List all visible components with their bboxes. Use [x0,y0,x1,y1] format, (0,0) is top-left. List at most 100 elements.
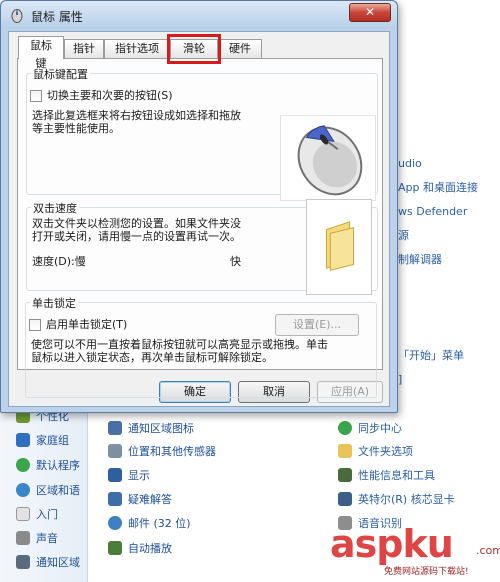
cp-item-label: 英特尔(R) 核芯显卡 [358,493,455,506]
cp-item-label: 入门 [36,508,58,521]
cp-item-label: 区域和语 [36,484,80,497]
cp-item-intel-graphics[interactable]: 英特尔(R) 核芯显卡 [338,489,455,509]
cp-item-label: 显示 [128,469,150,482]
cp-item-autoplay[interactable]: 自动播放 [108,538,172,558]
description-line: 使您可以不用一直按着鼠标按钮就可以高亮显示或拖拽。单击 [31,338,328,351]
performance-icon [338,468,352,482]
click-lock-group-label: 单击锁定 [30,295,78,311]
dialog-titlebar[interactable]: 鼠标 属性 ✕ [1,1,397,29]
mouse-properties-dialog: 鼠标 属性 ✕ 鼠标键 指针 指针选项 滑轮 硬件 鼠标键配置 切换主要和次要的… [0,0,398,413]
tab-label: 滑轮 [183,42,205,55]
cp-item-location-sensors[interactable]: 位置和其他传感器 [108,441,216,461]
cp-item-default-programs[interactable]: 默认程序 [16,455,80,475]
switch-buttons-checkbox[interactable]: 切换主要和次要的按钮(S) [30,89,173,102]
cp-item-notification-icons[interactable]: 通知区域图标 [108,418,194,438]
tab-hardware[interactable]: 硬件 [218,39,262,58]
tab-label: 硬件 [229,42,251,55]
cp-item-label: 通知区域 [36,556,80,569]
cp-item-performance[interactable]: 性能信息和工具 [338,465,435,485]
description-line: 鼠标以进入锁定状态，再次单击鼠标可解除锁定。 [31,351,273,364]
cp-fragment-remoteapp[interactable]: App 和桌面连接 [398,177,478,197]
double-click-group-label: 双击速度 [31,200,79,216]
cp-fragment-power[interactable]: 源 [398,225,409,245]
cp-item-sync-center[interactable]: 同步中心 [338,418,402,438]
switch-buttons-description: 选择此复选框来将右按钮设成如选择和拖放 等主要性能使用。 [32,109,272,135]
tab-wheel[interactable]: 滑轮 [170,39,218,58]
cp-item-folder-options[interactable]: 文件夹选项 [338,441,413,461]
cp-fragment-audio[interactable]: udio [398,153,422,173]
autoplay-icon [108,541,122,555]
troubleshoot-icon [108,492,122,506]
mouse-image [297,125,363,196]
tab-label: 指针 [73,42,95,55]
checkbox-box[interactable] [29,319,41,331]
description-line: 双击文件夹以检测您的设置。如果文件夹没 [32,217,241,230]
switch-buttons-label: 切换主要和次要的按钮(S) [47,89,173,102]
speed-slow-label: 速度(D):慢 [32,255,86,268]
click-lock-description: 使您可以不用一直按着鼠标按钮就可以高亮显示或拖拽。单击 鼠标以进入锁定状态，再次… [31,338,376,364]
description-line: 打开或关闭，请用慢一点的设置再试一次。 [32,230,241,243]
display-icon [108,468,122,482]
cp-item-label: 自动播放 [128,542,172,555]
cp-item-label: 位置和其他传感器 [128,445,216,458]
cp-item-label: 同步中心 [358,422,402,435]
globe-icon [16,483,30,497]
cp-item-speech-recognition[interactable]: 语音识别 [338,513,402,533]
checkbox-box[interactable] [30,90,42,102]
test-folder-area[interactable] [306,199,372,295]
tab-pointer-options[interactable]: 指针选项 [104,39,170,58]
cp-fragment-label: ] [398,372,403,386]
monitor-icon [108,421,122,435]
click-lock-settings-button[interactable]: 设置(E)... [275,314,359,336]
close-button[interactable]: ✕ [349,3,391,22]
cp-fragment-label: ws Defender [398,204,468,218]
graphics-icon [338,492,352,506]
enable-click-lock-label: 启用单击锁定(T) [46,318,128,331]
cp-item-region-language[interactable]: 区域和语 [16,480,80,500]
mouse-icon [11,9,23,23]
cp-fragment-modem[interactable]: 制解调器 [398,249,442,269]
cp-fragment-label: App 和桌面连接 [398,181,478,194]
cp-item-troubleshooting[interactable]: 疑难解答 [108,489,172,509]
enable-click-lock-checkbox[interactable]: 启用单击锁定(T) [29,318,127,331]
cp-item-label: 文件夹选项 [358,445,413,458]
cp-fragment-bracket[interactable]: ] [398,369,402,389]
cp-fragment-defender[interactable]: ws Defender [398,201,467,221]
cp-item-getting-started[interactable]: 入门 [16,504,58,524]
cp-item-mail[interactable]: 邮件 (32 位) [108,513,191,533]
double-click-description: 双击文件夹以检测您的设置。如果文件夹没 打开或关闭，请用慢一点的设置再试一次。 [32,217,312,243]
folder-icon[interactable] [307,200,371,294]
document-icon [16,507,30,521]
button-label: 设置(E)... [292,318,342,331]
cp-item-label: 性能信息和工具 [358,469,435,482]
cp-item-label: 疑难解答 [128,493,172,506]
homegroup-icon [16,433,30,447]
description-line: 选择此复选框来将右按钮设成如选择和拖放 [32,109,241,122]
microphone-icon [338,516,352,530]
close-icon: ✕ [364,5,376,19]
tab-pointers[interactable]: 指针 [64,39,104,58]
cp-item-notification-area[interactable]: 通知区域 [16,552,80,572]
default-programs-icon [16,458,30,472]
mail-icon [108,516,122,530]
cp-fragment-label: 源 [398,229,409,242]
cp-item-label: 语音识别 [358,517,402,530]
notification-icon [16,555,30,569]
cp-item-display[interactable]: 显示 [108,465,150,485]
tab-buttons[interactable]: 鼠标键 [18,36,64,70]
cp-item-sound[interactable]: 声音 [16,528,58,548]
cp-item-label: 默认程序 [36,459,80,472]
cp-item-homegroup[interactable]: 家庭组 [16,430,69,450]
cp-item-label: 声音 [36,532,58,545]
folder-icon [338,444,352,458]
cp-fragment-start-menu[interactable]: 「开始」菜单 [398,345,464,365]
cp-item-label: 通知区域图标 [128,422,194,435]
speaker-icon [16,531,30,545]
cp-fragment-label: udio [398,156,422,170]
cp-fragment-label: 制解调器 [398,253,442,266]
tab-label: 指针选项 [115,42,159,55]
description-line: 等主要性能使用。 [32,122,120,135]
dialog-title: 鼠标 属性 [31,10,83,24]
sync-icon [338,421,352,435]
cp-fragment-label: 「开始」菜单 [398,349,464,362]
